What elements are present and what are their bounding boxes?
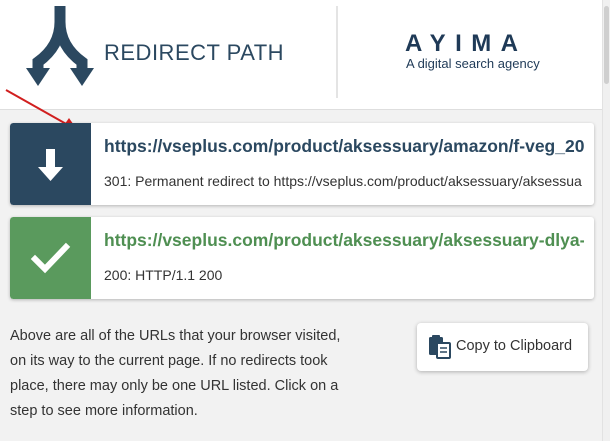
hop-url[interactable]: https://vseplus.com/product/aksessuary/a…	[104, 230, 584, 251]
header-divider	[336, 6, 338, 98]
brand-tagline: A digital search agency	[406, 56, 540, 71]
extension-header: REDIRECT PATH AYIMA A digital search age…	[0, 0, 602, 110]
hop-url[interactable]: https://vseplus.com/product/aksessuary/a…	[104, 136, 584, 157]
redirect-path-logo-icon	[26, 6, 94, 86]
hop-detail: 200: HTTP/1.1 200	[104, 267, 223, 283]
svg-text:AYIMA: AYIMA	[405, 32, 521, 54]
copy-to-clipboard-button[interactable]: Copy to Clipboard	[417, 323, 588, 371]
checkmark-icon	[30, 242, 71, 274]
status-badge-ok	[10, 217, 91, 299]
hop-card-redirect[interactable]: https://vseplus.com/product/aksessuary/a…	[10, 123, 594, 205]
hop-detail: 301: Permanent redirect to https://vsepl…	[104, 173, 582, 189]
product-name: REDIRECT PATH	[104, 40, 285, 65]
scrollbar[interactable]	[602, 0, 610, 441]
status-badge-redirect	[10, 123, 91, 205]
info-text: Above are all of the URLs that your brow…	[10, 328, 341, 419]
clipboard-icon	[429, 335, 451, 359]
arrow-down-icon	[38, 149, 63, 181]
scrollbar-thumb[interactable]	[604, 6, 609, 84]
hop-card-ok[interactable]: https://vseplus.com/product/aksessuary/a…	[10, 217, 594, 299]
ayima-logo: AYIMA	[405, 32, 521, 54]
copy-button-label: Copy to Clipboard	[456, 338, 573, 354]
